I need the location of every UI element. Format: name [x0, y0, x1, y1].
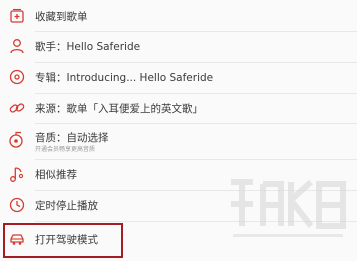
menu-item-label: 来源：歌单「入耳便爱上的英文歌」 [35, 103, 203, 115]
menu-item-source[interactable]: 来源：歌单「入耳便爱上的英文歌」 [0, 97, 357, 119]
divider [35, 62, 357, 63]
timer-icon [8, 196, 26, 214]
song-options-menu: 收藏到歌单 歌手：Hello Saferide 专辑：Introducing..… [0, 0, 357, 261]
artist-icon [8, 37, 26, 55]
divider [35, 159, 357, 160]
menu-item-label: 收藏到歌单 [35, 11, 88, 23]
album-icon [8, 68, 26, 86]
menu-item-label: 相似推荐 [35, 169, 77, 181]
menu-item-add-to-playlist[interactable]: 收藏到歌单 [0, 5, 357, 27]
menu-item-album[interactable]: 专辑：Introducing... Hello Saferide [0, 66, 357, 88]
link-icon [8, 99, 26, 117]
menu-item-label: 歌手：Hello Saferide [35, 41, 141, 53]
menu-item-artist[interactable]: 歌手：Hello Saferide [0, 35, 357, 57]
menu-item-label: 定时停止播放 [35, 200, 98, 212]
divider [35, 93, 357, 94]
watermark-logo [223, 170, 353, 250]
quality-icon [8, 131, 26, 149]
menu-item-label: 专辑：Introducing... Hello Saferide [35, 72, 214, 84]
menu-item-sublabel: 开通会员畅享更高音质 [35, 146, 96, 153]
divider [35, 31, 357, 32]
menu-item-quality[interactable]: 音质：自动选择 开通会员畅享更高音质 [0, 127, 357, 154]
music-note-icon [8, 165, 26, 183]
add-to-playlist-icon [8, 7, 26, 25]
divider [35, 123, 357, 124]
menu-item-label: 音质：自动选择 [35, 132, 109, 144]
highlight-box [3, 223, 123, 258]
